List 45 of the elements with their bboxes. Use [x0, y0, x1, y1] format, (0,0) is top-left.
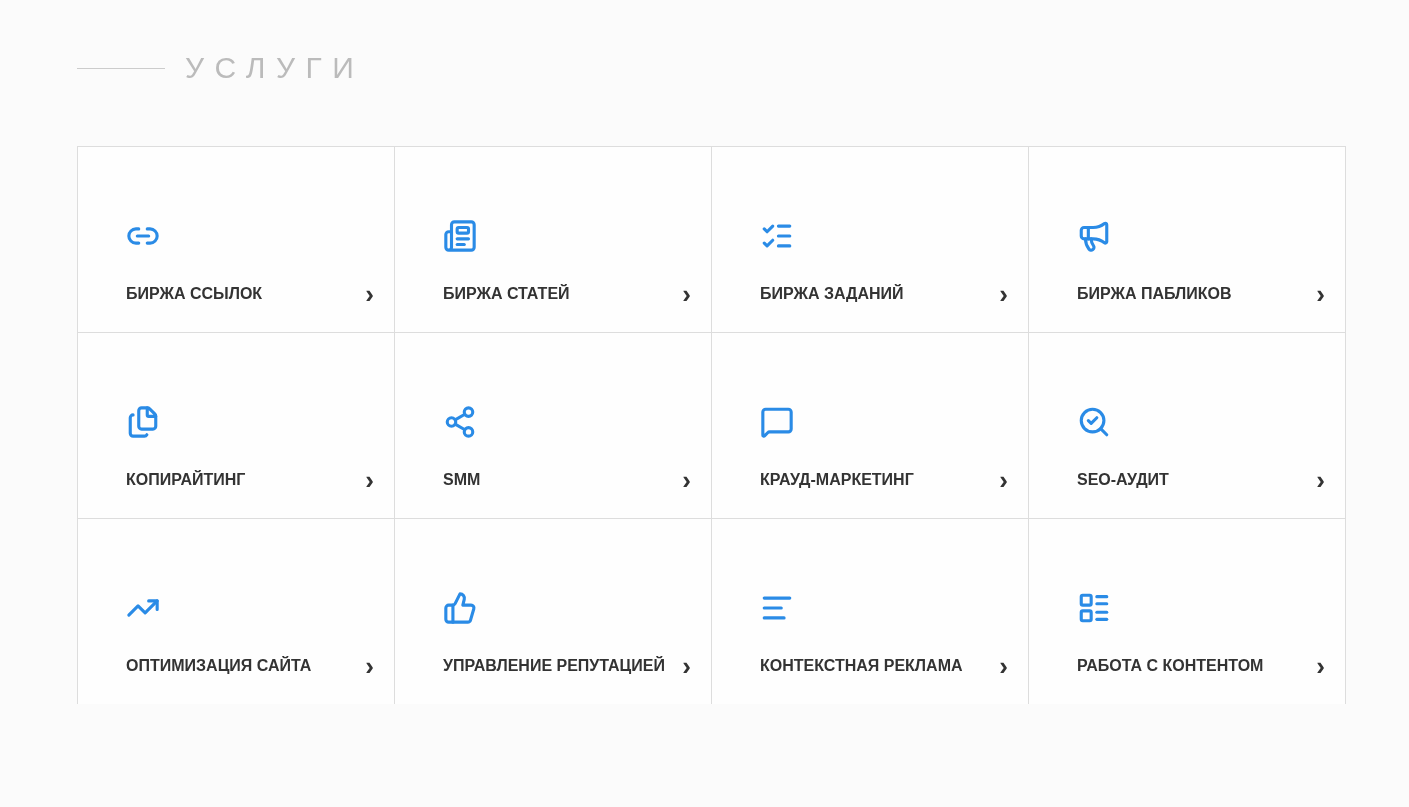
chevron-icon: › [365, 281, 374, 307]
chat-icon [760, 405, 794, 439]
service-card[interactable]: КОНТЕКСТНАЯ РЕКЛАМА › [711, 518, 1028, 704]
section-title: УСЛУГИ [185, 50, 365, 86]
service-label: БИРЖА ЗАДАНИЙ [760, 283, 904, 304]
chevron-icon: › [1316, 467, 1325, 493]
service-label: БИРЖА СТАТЕЙ [443, 283, 570, 304]
share-icon [443, 405, 477, 439]
service-card[interactable]: КРАУД-МАРКЕТИНГ › [711, 332, 1028, 518]
magnifier-icon [1077, 405, 1111, 439]
content-icon [1077, 591, 1111, 625]
service-label: РАБОТА С КОНТЕНТОМ [1077, 656, 1264, 676]
chevron-icon: › [682, 653, 691, 679]
chevron-icon: › [682, 467, 691, 493]
service-label: КОНТЕКСТНАЯ РЕКЛАМА [760, 656, 963, 676]
service-label: КРАУД-МАРКЕТИНГ [760, 470, 914, 490]
chevron-icon: › [1316, 281, 1325, 307]
service-card[interactable]: SEO-АУДИТ › [1028, 332, 1345, 518]
service-card[interactable]: УПРАВЛЕНИЕ РЕПУТАЦИЕЙ › [394, 518, 711, 704]
service-label: БИРЖА ПАБЛИКОВ [1077, 284, 1232, 304]
documents-icon [126, 405, 160, 439]
service-label: ОПТИМИЗАЦИЯ САЙТА [126, 655, 312, 676]
service-card[interactable]: РАБОТА С КОНТЕНТОМ › [1028, 518, 1345, 704]
chevron-icon: › [999, 281, 1008, 307]
thumbs-up-icon [443, 591, 477, 625]
service-card[interactable]: БИРЖА ЗАДАНИЙ › [711, 146, 1028, 332]
service-card[interactable]: SMM › [394, 332, 711, 518]
service-card[interactable]: БИРЖА ПАБЛИКОВ › [1028, 146, 1345, 332]
service-card[interactable]: БИРЖА ССЫЛОК › [77, 146, 394, 332]
service-card[interactable]: ОПТИМИЗАЦИЯ САЙТА › [77, 518, 394, 704]
service-label: SEO-АУДИТ [1077, 470, 1169, 490]
megaphone-icon [1077, 219, 1111, 253]
service-label: УПРАВЛЕНИЕ РЕПУТАЦИЕЙ [443, 655, 665, 676]
chevron-icon: › [365, 467, 374, 493]
chevron-icon: › [999, 467, 1008, 493]
service-label: SMM [443, 470, 481, 490]
service-card[interactable]: БИРЖА СТАТЕЙ › [394, 146, 711, 332]
chevron-icon: › [1316, 653, 1325, 679]
service-label: БИРЖА ССЫЛОК [126, 284, 263, 304]
chevron-icon: › [682, 281, 691, 307]
service-card[interactable]: КОПИРАЙТИНГ › [77, 332, 394, 518]
service-label: КОПИРАЙТИНГ [126, 469, 246, 490]
chevron-icon: › [999, 653, 1008, 679]
article-icon [443, 219, 477, 253]
chevron-icon: › [365, 653, 374, 679]
